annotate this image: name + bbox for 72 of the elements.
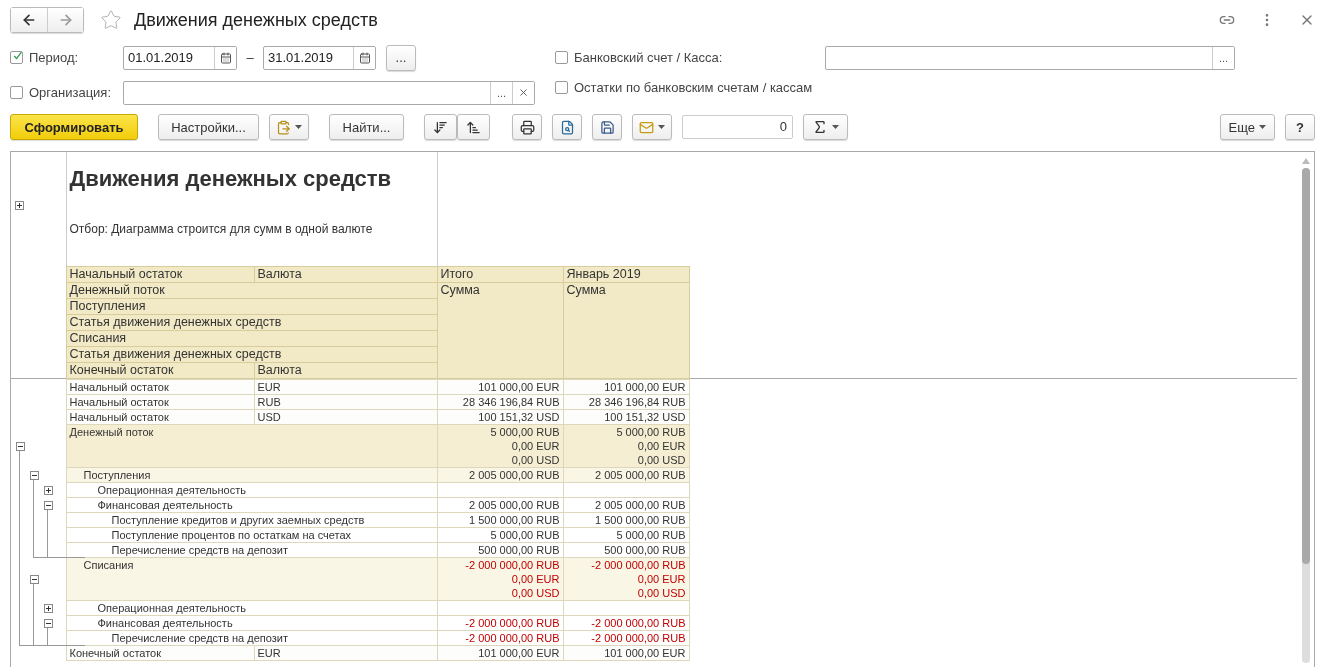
collapse-icon[interactable] [15, 441, 25, 451]
header-cell: Начальный остаток [66, 266, 254, 283]
collapse-icon[interactable] [29, 470, 39, 480]
sort-descending-button[interactable] [424, 114, 457, 140]
dash: – [245, 50, 255, 65]
find-button[interactable]: Найти... [329, 114, 404, 140]
organization-field[interactable]: ... [123, 80, 535, 105]
column-header: Итого [437, 266, 563, 283]
caret-icon [295, 125, 302, 129]
arrow-left-icon [21, 12, 37, 28]
save-button[interactable] [592, 114, 622, 140]
period-label: Период: [29, 50, 79, 65]
collapse-icon[interactable] [29, 574, 39, 584]
sort-ascending-button[interactable] [457, 114, 490, 140]
caret-icon [658, 125, 665, 129]
date-field[interactable]: 31.01.2019 [263, 45, 376, 70]
sum-button[interactable] [803, 114, 848, 140]
amount-cell: 5 000,00 RUB 0,00 EUR 0,00 USD [437, 424, 563, 468]
window-title: Движения денежных средств [134, 9, 379, 31]
calendar-icon[interactable] [214, 46, 236, 69]
bank-account-label: Банковский счет / Касса: [574, 50, 723, 65]
clipboard-icon [276, 119, 291, 135]
checkbox[interactable] [555, 51, 568, 64]
mail-button[interactable] [632, 114, 672, 140]
printer-icon [519, 119, 535, 135]
balances-label: Остатки по банковским счетам / кассам [574, 80, 813, 95]
print-button[interactable] [512, 114, 542, 140]
report-title: Движения денежных средств [69, 166, 393, 192]
amount-cell: -2 000 000,00 RUB 0,00 EUR 0,00 USD [563, 557, 689, 601]
help-button[interactable]: ? [1285, 114, 1315, 140]
collapse-icon[interactable] [43, 500, 53, 510]
expand-icon[interactable] [43, 485, 53, 495]
envelope-icon [639, 119, 654, 135]
calendar-icon[interactable] [353, 46, 375, 69]
bank-account-field[interactable]: ... [825, 45, 1235, 70]
collapse-icon[interactable] [43, 618, 53, 628]
caret-icon [832, 125, 839, 129]
checkbox[interactable] [10, 51, 23, 64]
more-button[interactable]: Еще [1219, 114, 1275, 140]
row-label: Денежный поток [66, 424, 437, 468]
amount-cell: 101 000,00 EUR [437, 379, 563, 395]
date-field[interactable]: 01.01.2019 [123, 45, 237, 70]
checkbox[interactable] [555, 81, 568, 94]
counter-field[interactable]: 0 [682, 115, 793, 139]
sort-ascending-icon [466, 119, 481, 135]
back-button[interactable] [11, 8, 47, 32]
filter-note: Отбор: Диаграмма строится для сумм в одной валюте [69, 222, 374, 236]
header-cell: Валюта [254, 266, 437, 283]
sort-descending-icon [433, 119, 448, 135]
choose-button[interactable]: ... [1212, 46, 1234, 69]
checkbox[interactable] [10, 86, 23, 99]
settings-button[interactable]: Настройки... [158, 114, 259, 140]
expand-icon[interactable] [15, 201, 24, 210]
sigma-icon [812, 119, 828, 135]
amount-cell: 101 000,00 EUR [563, 379, 689, 395]
paste-button[interactable] [269, 114, 309, 140]
preview-button[interactable] [552, 114, 582, 140]
generate-button[interactable]: Сформировать [10, 114, 138, 140]
star-icon[interactable] [100, 9, 122, 31]
column-header: Сумма [563, 282, 689, 379]
column-header: Сумма [437, 282, 563, 379]
row-label: Списания [66, 557, 437, 601]
organization-label: Организация: [29, 85, 112, 100]
column-header: Январь 2019 [563, 266, 689, 283]
caret-icon [1259, 125, 1266, 129]
preview-icon [559, 119, 575, 135]
amount-cell: -2 000 000,00 RUB 0,00 EUR 0,00 USD [437, 557, 563, 601]
expand-icon[interactable] [43, 603, 53, 613]
amount-cell: 5 000,00 RUB 0,00 EUR 0,00 USD [563, 424, 689, 468]
currency-cell: EUR [254, 379, 437, 395]
period-button[interactable]: ... [386, 44, 416, 71]
row-label: Начальный остаток [66, 379, 254, 395]
